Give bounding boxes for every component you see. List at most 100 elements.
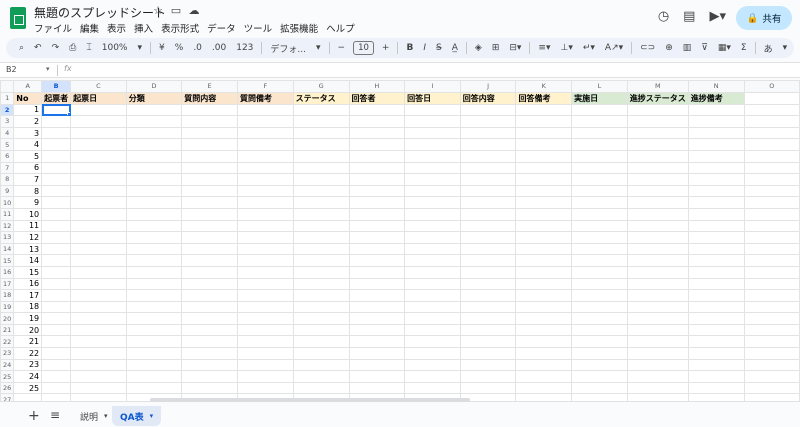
cell-j25[interactable] [459,370,517,383]
cell-b2[interactable] [41,103,72,117]
cell-f9[interactable] [236,184,294,198]
cell-m6[interactable] [626,149,689,163]
cell-e10[interactable] [181,196,238,209]
cell-m23[interactable] [626,347,689,360]
cell-m19[interactable] [626,300,689,314]
cell-e14[interactable] [181,242,238,256]
cell-g14[interactable] [292,242,350,256]
cell-j2[interactable] [459,103,517,117]
cell-c19[interactable] [70,300,127,314]
cell-k19[interactable] [515,300,573,314]
cell-h9[interactable] [348,184,406,198]
cell-e26[interactable] [181,381,238,395]
cell-e25[interactable] [181,370,238,383]
row-header[interactable]: 7 [0,161,15,175]
cell-j4[interactable] [459,126,517,140]
cell-k20[interactable] [515,312,573,325]
cell-i4[interactable] [404,126,461,140]
cell-o9[interactable] [743,184,800,198]
cell-a22[interactable]: 21 [13,335,43,349]
cell-g24[interactable] [292,358,350,372]
row-header[interactable]: 19 [0,300,15,314]
decrease-decimal-button[interactable]: .0 [188,43,207,53]
cell-b23[interactable] [41,347,72,360]
cell-a6[interactable]: 5 [13,149,43,163]
cell-c11[interactable] [70,207,127,221]
cell-e23[interactable] [181,347,238,360]
cell-c3[interactable] [70,115,127,128]
cell-e17[interactable] [181,277,238,291]
cell-h20[interactable] [348,312,406,325]
cell-m17[interactable] [626,277,689,291]
cell-d23[interactable] [125,347,183,360]
cell-l19[interactable] [571,300,628,314]
share-button[interactable]: 🔒 共有 [736,6,792,30]
cell-k1[interactable]: 回答備考 [515,91,573,105]
fill-color-icon[interactable]: ◈ [470,43,487,53]
cell-f10[interactable] [236,196,294,209]
cell-n19[interactable] [687,300,745,314]
cell-o21[interactable] [743,323,800,337]
cell-n17[interactable] [687,277,745,291]
star-icon[interactable]: ☆ [152,4,164,18]
cell-j8[interactable] [459,173,517,186]
sheets-logo-icon[interactable] [10,7,26,29]
row-header[interactable]: 10 [0,196,15,209]
cell-o25[interactable] [743,370,800,383]
cell-a5[interactable]: 4 [13,138,43,151]
cell-o1[interactable] [743,91,800,105]
cell-b12[interactable] [41,219,72,233]
document-title[interactable]: 無題のスプレッドシート [34,4,166,21]
cell-k18[interactable] [515,289,573,302]
cell-j20[interactable] [459,312,517,325]
cell-a13[interactable]: 12 [13,231,43,244]
cell-c15[interactable] [70,254,127,267]
cell-a9[interactable]: 8 [13,184,43,198]
cell-h21[interactable] [348,323,406,337]
row-header[interactable]: 20 [0,312,15,325]
cell-b15[interactable] [41,254,72,267]
cell-a14[interactable]: 13 [13,242,43,256]
cell-c13[interactable] [70,231,127,244]
insert-comment-icon[interactable]: ⊕ [660,43,678,53]
row-header[interactable]: 16 [0,265,15,279]
cell-g21[interactable] [292,323,350,337]
cell-j6[interactable] [459,149,517,163]
cell-f24[interactable] [236,358,294,372]
cell-m2[interactable] [626,103,689,117]
menu-format[interactable]: 表示形式 [161,21,199,35]
cell-n7[interactable] [687,161,745,175]
cell-c17[interactable] [70,277,127,291]
cell-o17[interactable] [743,277,800,291]
font-size-decrease-button[interactable]: − [333,43,351,53]
cell-k12[interactable] [515,219,573,233]
cell-i24[interactable] [404,358,461,372]
cell-b24[interactable] [41,358,72,372]
cell-m13[interactable] [626,231,689,244]
cell-h5[interactable] [348,138,406,151]
number-format-button[interactable]: 123 [231,43,258,53]
cell-o5[interactable] [743,138,800,151]
cell-o15[interactable] [743,254,800,267]
cell-m11[interactable] [626,207,689,221]
input-tools-button[interactable]: あ [759,42,778,55]
cell-a7[interactable]: 6 [13,161,43,175]
cell-i2[interactable] [404,103,461,117]
cell-c14[interactable] [70,242,127,256]
cell-j15[interactable] [459,254,517,267]
cell-j17[interactable] [459,277,517,291]
cell-i20[interactable] [404,312,461,325]
tab-setsumei[interactable]: 説明 ▾ [72,406,116,426]
cell-d11[interactable] [125,207,183,221]
cell-d6[interactable] [125,149,183,163]
cell-o10[interactable] [743,196,800,209]
cell-j5[interactable] [459,138,517,151]
italic-button[interactable]: I [418,43,431,53]
cell-j26[interactable] [459,381,517,395]
font-size-increase-button[interactable]: + [377,43,395,53]
cell-k5[interactable] [515,138,573,151]
cell-g19[interactable] [292,300,350,314]
cell-f14[interactable] [236,242,294,256]
cell-m4[interactable] [626,126,689,140]
cell-a25[interactable]: 24 [13,370,43,383]
